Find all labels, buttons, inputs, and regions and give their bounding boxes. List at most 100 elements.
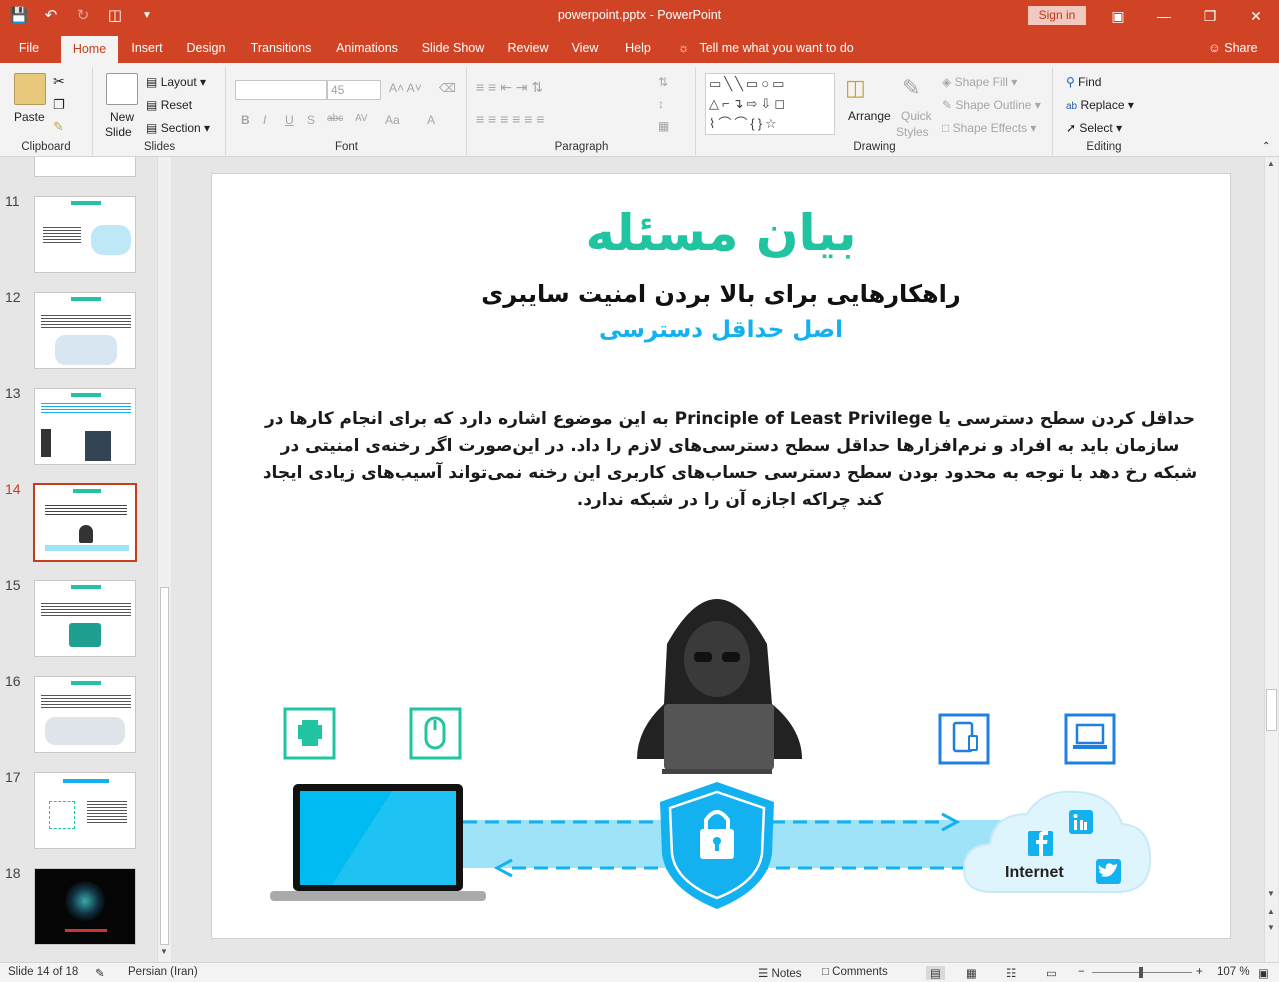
mouse-icon [409,707,462,760]
new-slide-label-1[interactable]: New [110,110,134,124]
fit-to-window-icon[interactable]: ▣ [1258,966,1269,980]
slide-thumbnail-14[interactable] [33,483,137,562]
slide-scrollbar[interactable]: ▲ ▼ ▲ ▼ [1264,157,1278,962]
scroll-down-icon[interactable]: ▼ [160,947,168,956]
cut-icon[interactable]: ✂ [53,73,65,90]
tab-view[interactable]: View [566,33,604,63]
ribbon-display-options-icon[interactable]: ▣ [1095,4,1141,28]
facebook-icon [1028,831,1053,856]
quick-styles-label-1[interactable]: Quick [901,109,932,123]
slide-scroll-thumb[interactable] [1266,689,1277,731]
bullets-icon[interactable]: ≡ ≡ ⇤ ⇥ ⇅ [476,79,543,96]
font-size-select[interactable]: 45 [327,80,381,100]
shape-outline-button[interactable]: ✎ Shape Outline ▾ [942,98,1041,112]
ribbon-tabs: File Home Insert Design Transitions Anim… [0,33,1279,63]
slideshow-view-icon[interactable]: ▭ [1046,966,1057,980]
close-icon[interactable]: ✕ [1233,4,1279,28]
thumb-number: 15 [5,577,21,593]
slide-thumbnail-17[interactable] [34,772,136,849]
pen-icon: ✎ [942,98,953,112]
minimize-icon[interactable]: — [1141,4,1187,28]
text-direction-icon[interactable]: ⇅ [658,75,668,89]
tab-file[interactable]: File [8,33,50,63]
tell-me-search[interactable]: ☼ Tell me what you want to do [678,33,854,63]
quick-styles-label-2[interactable]: Styles [896,125,929,139]
zoom-slider-handle[interactable] [1139,967,1143,978]
slide-thumbnail-18[interactable] [34,868,136,945]
select-button[interactable]: ➚ Select ▾ [1066,121,1122,135]
scroll-up-icon[interactable]: ▲ [1267,159,1275,168]
thumbnail-scroll-thumb[interactable] [160,587,169,945]
align-text-icon[interactable]: ↕ [658,97,664,111]
increase-font-icon[interactable]: A˄ A˅ [389,81,422,95]
tab-help[interactable]: Help [618,33,658,63]
slide-canvas[interactable]: بیان مسئله راهکارهایی برای بالا بردن امن… [211,173,1231,939]
paste-icon[interactable] [14,73,46,105]
slide-thumbnail-12[interactable] [34,292,136,369]
tab-design[interactable]: Design [180,33,232,63]
font-family-select[interactable] [235,80,327,100]
zoom-out-icon[interactable]: − [1078,966,1085,978]
thumb-number: 17 [5,769,21,785]
replace-button[interactable]: ab Replace ▾ [1066,98,1134,112]
align-icons[interactable]: ≡ ≡ ≡ ≡ ≡ ≡ [476,111,544,127]
tab-transitions[interactable]: Transitions [244,33,318,63]
collapse-ribbon-icon[interactable]: ⌃ [1262,141,1270,152]
copy-icon[interactable]: ❐ [53,97,65,113]
slide-thumbnail-16[interactable] [34,676,136,753]
new-slide-icon[interactable] [106,73,138,105]
format-painter-icon[interactable]: ✎ [53,119,64,135]
tab-home[interactable]: Home [61,36,118,63]
zoom-level[interactable]: 107 % [1217,966,1250,978]
sign-in-button[interactable]: Sign in [1028,6,1086,25]
editing-group: ⚲ Find ab Replace ▾ ➚ Select ▾ Editing [1054,67,1154,155]
previous-slide-icon[interactable]: ▲ [1267,907,1275,916]
zoom-in-icon[interactable]: + [1196,966,1203,978]
change-case-icon[interactable]: Aa [385,113,400,127]
shapes-gallery[interactable]: ▭╲╲▭○▭ △⌐↴⇨⇩◻ ⌇⌒⌒{}☆ [705,73,835,135]
layout-button[interactable]: ▤ Layout ▾ [146,75,206,89]
thumbnail-scrollbar[interactable]: ▼ [157,157,171,962]
reading-view-icon[interactable]: ☷ [1006,966,1016,980]
share-button[interactable]: ☺ Share [1208,33,1258,63]
slide-illustration [270,599,1152,909]
comments-button[interactable]: □ Comments [822,966,888,978]
spelling-icon[interactable]: ✎ [95,966,105,980]
arrange-icon[interactable]: ◫ [845,75,866,101]
next-slide-icon[interactable]: ▼ [1267,923,1275,932]
italic-icon[interactable]: I [263,113,266,127]
paste-button[interactable]: Paste [14,110,45,124]
tab-animations[interactable]: Animations [330,33,404,63]
tab-insert[interactable]: Insert [124,33,170,63]
slide-thumbnail-11[interactable] [34,196,136,273]
tab-review[interactable]: Review [502,33,554,63]
font-color-icon[interactable]: A [427,113,435,127]
section-button[interactable]: ▤ Section ▾ [146,121,210,135]
shape-effects-button[interactable]: □ Shape Effects ▾ [942,121,1036,135]
bold-icon[interactable]: B [241,113,250,127]
restore-icon[interactable]: ❐ [1187,4,1233,28]
person-icon: ☺ [1208,41,1221,55]
new-slide-label-2[interactable]: Slide [105,125,132,139]
scroll-down-icon[interactable]: ▼ [1267,889,1275,898]
tell-me-label: Tell me what you want to do [699,41,854,55]
underline-icon[interactable]: U [285,113,294,127]
find-button[interactable]: ⚲ Find [1066,75,1101,89]
normal-view-icon[interactable]: ▤ [926,966,945,980]
shadow-icon[interactable]: S [307,113,315,127]
reset-button[interactable]: ▤ Reset [146,98,192,112]
smartart-icon[interactable]: ▦ [658,119,669,133]
shape-fill-button[interactable]: ◈ Shape Fill ▾ [942,75,1017,89]
char-spacing-icon[interactable]: AV [355,113,368,124]
notes-button[interactable]: ☰ Notes [758,966,802,980]
slide-thumbnail-13[interactable] [34,388,136,465]
slide-thumbnail-10[interactable] [34,157,136,177]
language-indicator[interactable]: Persian (Iran) [128,966,198,978]
slide-sorter-icon[interactable]: ▦ [966,966,977,980]
arrange-button[interactable]: Arrange [848,109,891,123]
quick-styles-icon[interactable]: ✎ [902,75,920,101]
slide-thumbnail-15[interactable] [34,580,136,657]
strikethrough-icon[interactable]: abc [327,113,343,124]
clear-formatting-icon[interactable]: ⌫ [439,81,456,95]
tab-slide-show[interactable]: Slide Show [418,33,488,63]
